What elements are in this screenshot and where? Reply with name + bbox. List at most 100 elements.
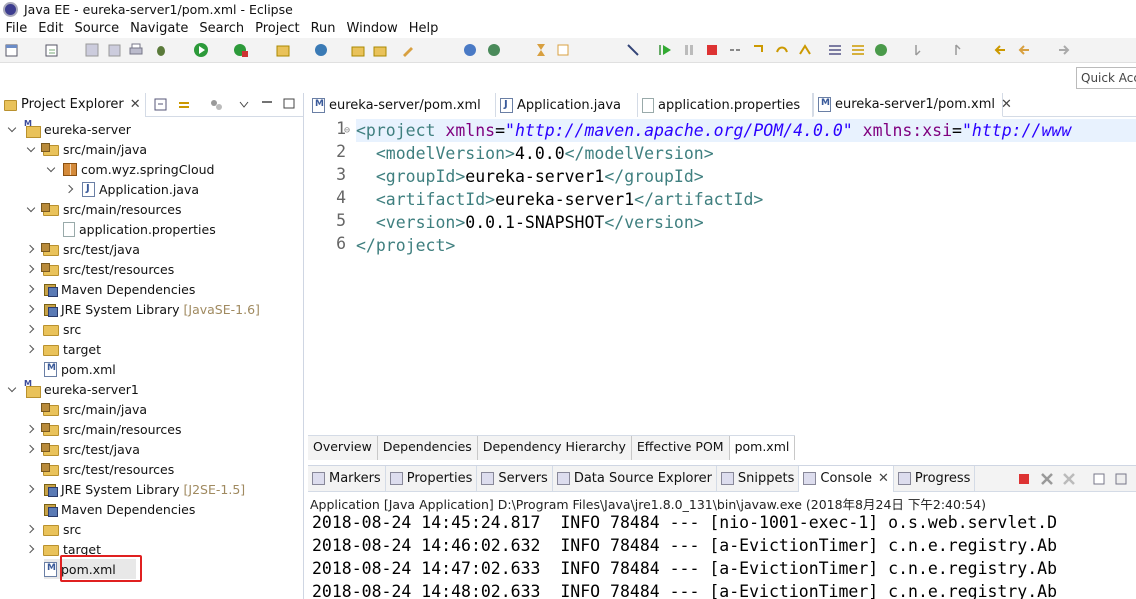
new-icon[interactable] bbox=[4, 42, 20, 58]
debug-bug-icon[interactable] bbox=[153, 42, 169, 58]
tree-item-src[interactable]: src bbox=[27, 519, 81, 539]
tree-item-eureka-server1[interactable]: eureka-server1 bbox=[8, 379, 139, 399]
tree-item-package[interactable]: com.wyz.springCloud bbox=[47, 159, 214, 179]
remove-launch-icon[interactable] bbox=[1040, 472, 1054, 486]
globe-icon[interactable] bbox=[462, 42, 478, 58]
run-external-icon[interactable] bbox=[233, 42, 249, 58]
clear-console-icon[interactable] bbox=[1092, 472, 1106, 486]
step-return-icon[interactable] bbox=[797, 42, 813, 58]
chevron-right-icon[interactable] bbox=[27, 484, 37, 494]
console-tab[interactable]: Data Source Explorer bbox=[553, 465, 717, 492]
last-edit-location-icon[interactable] bbox=[992, 42, 1008, 58]
new-wizard-icon[interactable] bbox=[275, 42, 291, 58]
step-into-icon[interactable] bbox=[751, 42, 767, 58]
menu-edit[interactable]: Edit bbox=[33, 21, 69, 36]
pom-tab[interactable]: Dependency Hierarchy bbox=[477, 436, 632, 460]
console-tab[interactable]: Console ✕ bbox=[799, 465, 894, 492]
fold-icon[interactable]: ⊖ bbox=[344, 125, 350, 136]
search-pencil-icon[interactable] bbox=[400, 42, 416, 58]
tree-item-maven-dependencies[interactable]: Maven Dependencies bbox=[27, 279, 195, 299]
menu-help[interactable]: Help bbox=[403, 21, 444, 36]
view-menu-icon[interactable] bbox=[238, 99, 250, 111]
new-server-icon[interactable] bbox=[44, 42, 60, 58]
menu-project[interactable]: Project bbox=[250, 21, 305, 36]
web-browser-icon[interactable] bbox=[486, 42, 502, 58]
tree-item-src-test-resources[interactable]: src/test/resources bbox=[27, 259, 174, 279]
chevron-right-icon[interactable] bbox=[27, 264, 37, 274]
disconnect-icon[interactable] bbox=[727, 42, 743, 58]
pom-tab[interactable]: Effective POM bbox=[631, 436, 730, 460]
tree-item-application-java[interactable]: Application.java bbox=[66, 179, 199, 199]
terminate-icon[interactable] bbox=[1017, 472, 1031, 486]
console-tab[interactable]: Properties bbox=[386, 465, 478, 492]
quick-access-input[interactable]: Quick Access bbox=[1076, 67, 1136, 89]
menu-window[interactable]: Window bbox=[341, 21, 403, 36]
save-all-icon[interactable] bbox=[106, 42, 122, 58]
chevron-right-icon[interactable] bbox=[27, 544, 37, 554]
tree-item-target[interactable]: target bbox=[27, 339, 101, 359]
save-icon[interactable] bbox=[84, 42, 100, 58]
chevron-right-icon[interactable] bbox=[27, 424, 37, 434]
pom-tab[interactable]: pom.xml bbox=[729, 436, 796, 460]
maximize-icon[interactable] bbox=[282, 97, 296, 111]
print-icon[interactable] bbox=[128, 42, 144, 58]
tree-item-src[interactable]: src bbox=[27, 319, 81, 339]
tab-eureka-server-pom[interactable]: eureka-server/pom.xml bbox=[308, 93, 496, 117]
tree-item-src-main-java[interactable]: src/main/java bbox=[41, 399, 147, 419]
close-icon[interactable]: ✕ bbox=[130, 97, 141, 112]
menu-source[interactable]: Source bbox=[69, 21, 125, 36]
forward-icon[interactable] bbox=[1056, 42, 1072, 58]
pom-tab[interactable]: Dependencies bbox=[377, 436, 478, 460]
remove-all-icon[interactable] bbox=[1062, 472, 1076, 486]
console-tab[interactable]: Progress bbox=[894, 465, 976, 492]
tab-eureka-server1-pom[interactable]: eureka-server1/pom.xml ✕ bbox=[813, 93, 1012, 117]
hourglass-icon[interactable] bbox=[533, 42, 549, 58]
chevron-right-icon[interactable] bbox=[27, 444, 37, 454]
open-folder-icon[interactable] bbox=[372, 42, 388, 58]
refresh-icon[interactable] bbox=[873, 42, 889, 58]
back-icon[interactable] bbox=[1016, 42, 1032, 58]
close-icon[interactable]: ✕ bbox=[1001, 97, 1012, 112]
chevron-down-icon[interactable] bbox=[27, 144, 37, 154]
pom-tab[interactable]: Overview bbox=[308, 436, 378, 460]
tree-item-jre-system-library[interactable]: JRE System Library [J2SE-1.5] bbox=[27, 479, 245, 499]
toggle-icon[interactable] bbox=[555, 42, 571, 58]
tree-item-application-properties[interactable]: application.properties bbox=[63, 219, 216, 239]
tree-item-jre-system-library[interactable]: JRE System Library [JavaSE-1.6] bbox=[27, 299, 260, 319]
chevron-right-icon[interactable] bbox=[27, 284, 37, 294]
tree-item-src-test-java[interactable]: src/test/java bbox=[27, 239, 140, 259]
tree-item-eureka-server[interactable]: eureka-server bbox=[8, 119, 131, 139]
console-tab[interactable]: Servers bbox=[477, 465, 553, 492]
tree-item-src-test-resources[interactable]: src/test/resources bbox=[41, 459, 174, 479]
step-over-icon[interactable] bbox=[774, 42, 790, 58]
chevron-right-icon[interactable] bbox=[27, 524, 37, 534]
menu-search[interactable]: Search bbox=[194, 21, 250, 36]
tree-item-src-test-java[interactable]: src/test/java bbox=[27, 439, 140, 459]
filter-icon[interactable] bbox=[208, 97, 224, 113]
chevron-down-icon[interactable] bbox=[8, 384, 18, 394]
new-class-icon[interactable] bbox=[313, 42, 329, 58]
terminate-icon[interactable] bbox=[704, 42, 720, 58]
run-icon[interactable] bbox=[193, 42, 209, 58]
code-editor[interactable]: 1 2 3 4 5 6 ⊖ <project xmlns="http://mav… bbox=[308, 119, 1136, 431]
chevron-down-icon[interactable] bbox=[8, 124, 18, 134]
next-annotation-icon[interactable] bbox=[912, 42, 928, 58]
menu-file[interactable]: File bbox=[0, 21, 33, 36]
tree-item-src-main-java[interactable]: src/main/java bbox=[27, 139, 147, 159]
menu-run[interactable]: Run bbox=[305, 21, 341, 36]
project-explorer-tab[interactable]: Project Explorer ✕ bbox=[0, 92, 146, 117]
chevron-right-icon[interactable] bbox=[27, 344, 37, 354]
chevron-right-icon[interactable] bbox=[66, 184, 76, 194]
link-with-editor-icon[interactable] bbox=[176, 97, 192, 113]
tree-item-src-main-resources[interactable]: src/main/resources bbox=[27, 419, 181, 439]
console-tab[interactable]: Snippets bbox=[717, 465, 800, 492]
chevron-down-icon[interactable] bbox=[47, 164, 57, 174]
chevron-right-icon[interactable] bbox=[27, 324, 37, 334]
tab-application-properties[interactable]: application.properties bbox=[638, 93, 813, 117]
drop-to-frame-icon[interactable] bbox=[827, 42, 843, 58]
minimize-icon[interactable] bbox=[260, 97, 274, 111]
chevron-right-icon[interactable] bbox=[27, 304, 37, 314]
chevron-right-icon[interactable] bbox=[27, 244, 37, 254]
collapse-all-icon[interactable] bbox=[153, 97, 169, 113]
close-icon[interactable]: ✕ bbox=[878, 471, 889, 486]
